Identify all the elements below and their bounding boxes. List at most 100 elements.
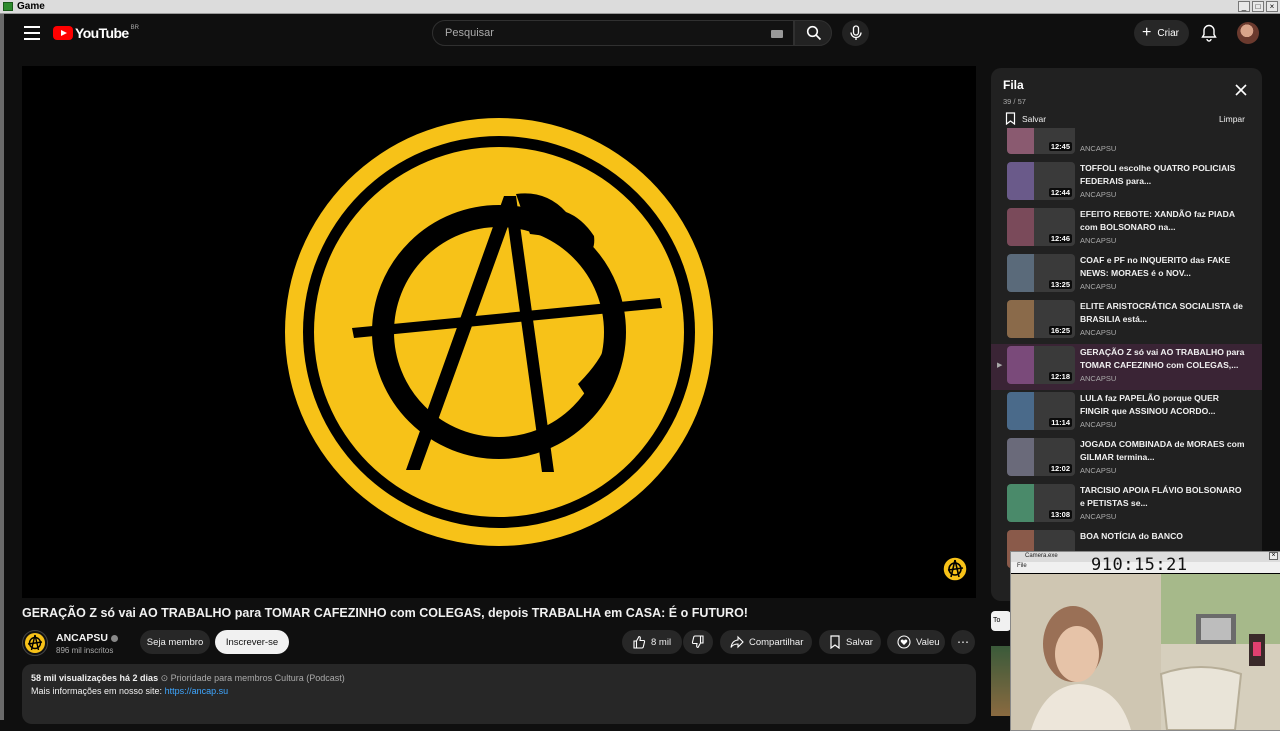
search-input[interactable]: Pesquisar — [432, 20, 794, 46]
queue-item[interactable]: 12:44 TOFFOLI escolhe QUATRO POLICIAIS FE… — [991, 160, 1262, 206]
queue-item-title: EFEITO REBOTE: XANDÃO faz PIADA com BOLS… — [1080, 209, 1235, 232]
side-thumbnail[interactable] — [991, 646, 1011, 716]
queue-item-channel: ANCAPSU — [1080, 328, 1117, 337]
voice-search-button[interactable] — [842, 20, 869, 46]
queue-thumbnail[interactable]: 12:02 — [1007, 438, 1075, 476]
share-label: Compartilhar — [749, 636, 804, 648]
camera-window: Camera.exe × File 910:15:21 — [1010, 551, 1280, 731]
verified-icon — [110, 634, 118, 642]
queue-item-channel: ANCAPSU — [1080, 282, 1117, 291]
dislike-button[interactable] — [683, 630, 713, 654]
duration-badge: 16:25 — [1048, 326, 1072, 335]
site-link[interactable]: https://ancap.su — [165, 686, 229, 696]
search-button[interactable] — [794, 20, 832, 46]
queue-item[interactable]: 13:08 TARCISIO APOIA FLÁVIO BOLSONARO e P… — [991, 482, 1262, 528]
queue-thumbnail[interactable]: 13:25 — [1007, 254, 1075, 292]
queue-list: 12:45 CORRETORAS envolvidos com ... ANCAPS… — [991, 128, 1262, 601]
queue-thumbnail[interactable]: 11:14 — [1007, 392, 1075, 430]
queue-item[interactable]: 16:25 ELITE ARISTOCRÁTICA SOCIALISTA de B… — [991, 298, 1262, 344]
window-title: Game — [17, 1, 45, 12]
queue-thumbnail[interactable]: 12:44 — [1007, 162, 1075, 200]
queue-thumbnail[interactable]: 12:45 — [1007, 128, 1075, 154]
channel-avatar[interactable] — [22, 630, 48, 656]
queue-title: Fila — [1003, 78, 1024, 92]
duration-badge: 13:08 — [1048, 510, 1072, 519]
keyboard-icon[interactable] — [771, 30, 783, 38]
join-button[interactable]: Seja membro — [140, 630, 210, 654]
more-actions-button[interactable]: ⋯ — [951, 630, 975, 654]
maximize-button[interactable]: □ — [1252, 1, 1264, 12]
youtube-logo[interactable]: YouTube BR — [53, 24, 139, 42]
subscribe-button[interactable]: Inscrever-se — [215, 630, 289, 654]
create-button[interactable]: + Criar — [1134, 20, 1189, 46]
queue-thumbnail[interactable]: 12:46 — [1007, 208, 1075, 246]
queue-header: Fila 39 / 57 Salvar Limpar — [991, 68, 1262, 128]
queue-item-title: GERAÇÃO Z só vai AO TRABALHO para TOMAR … — [1080, 347, 1245, 370]
share-button[interactable]: Compartilhar — [720, 630, 812, 654]
queue-item[interactable]: 13:25 COAF e PF no INQUERITO das FAKE NEW… — [991, 252, 1262, 298]
create-label: Criar — [1157, 27, 1180, 39]
queue-item-channel: ANCAPSU — [1080, 144, 1117, 153]
queue-item[interactable]: 11:14 LULA faz PAPELÃO porque QUER FINGIR… — [991, 390, 1262, 436]
channel-watermark-icon[interactable] — [942, 556, 968, 582]
os-title-bar: Game _ □ × — [0, 0, 1280, 14]
video-player[interactable] — [22, 66, 976, 598]
queue-item-channel: ANCAPSU — [1080, 512, 1117, 521]
app-icon — [3, 2, 13, 11]
queue-position: 39 / 57 — [1003, 97, 1026, 106]
queue-thumbnail[interactable]: 16:25 — [1007, 300, 1075, 338]
duration-badge: 13:25 — [1048, 280, 1072, 289]
microphone-icon — [850, 25, 862, 40]
youtube-play-icon — [53, 26, 73, 40]
queue-panel: Fila 39 / 57 Salvar Limpar 12:45 CORRETOR… — [991, 68, 1262, 601]
queue-item[interactable]: 12:46 EFEITO REBOTE: XANDÃO faz PIADA com… — [991, 206, 1262, 252]
account-avatar[interactable] — [1237, 22, 1259, 44]
queue-item[interactable]: 12:02 JOGADA COMBINADA de MORAES com GILM… — [991, 436, 1262, 482]
duration-badge: 12:02 — [1048, 464, 1072, 473]
queue-thumbnail[interactable]: 13:08 — [1007, 484, 1075, 522]
queue-item-title: COAF e PF no INQUERITO das FAKE NEWS: MO… — [1080, 255, 1231, 278]
queue-item[interactable]: 12:45 CORRETORAS envolvidos com ... ANCAPS… — [991, 128, 1262, 160]
thanks-heart-icon — [897, 635, 911, 649]
search-icon — [806, 25, 822, 41]
save-button[interactable]: Salvar — [819, 630, 881, 654]
queue-item[interactable]: ▶ 12:18 GERAÇÃO Z só vai AO TRABALHO para … — [991, 344, 1262, 390]
queue-item-title: LULA faz PAPELÃO porque QUER FINGIR que … — [1080, 393, 1219, 416]
minimize-button[interactable]: _ — [1238, 1, 1250, 12]
camera-menu-file[interactable]: File — [1017, 563, 1027, 569]
country-code: BR — [130, 25, 139, 31]
duration-badge: 12:44 — [1048, 188, 1072, 197]
queue-save-label: Salvar — [1022, 113, 1047, 124]
queue-save-button[interactable]: Salvar — [1005, 112, 1046, 125]
window-close-button[interactable]: × — [1266, 1, 1278, 12]
channel-name-text: ANCAPSU — [56, 632, 108, 644]
site-prefix: Mais informações em nosso site: — [31, 686, 165, 696]
close-icon[interactable] — [1233, 82, 1249, 98]
menu-icon[interactable] — [24, 26, 40, 40]
channel-row: ANCAPSU 896 mil inscritos Seja membro In… — [22, 630, 982, 658]
thanks-label: Valeu — [916, 636, 940, 648]
notifications-bell-icon[interactable] — [1199, 23, 1219, 43]
camera-close-button[interactable]: × — [1269, 552, 1278, 560]
thanks-button[interactable]: Valeu — [887, 630, 945, 654]
side-chip[interactable]: To — [991, 611, 1011, 631]
queue-item-channel: ANCAPSU — [1080, 466, 1117, 475]
hashtag-icon: ⊙ — [160, 673, 171, 683]
queue-item-title: ELITE ARISTOCRÁTICA SOCIALISTA de BRASIL… — [1080, 301, 1243, 324]
video-title: GERAÇÃO Z só vai AO TRABALHO para TOMAR … — [22, 606, 748, 620]
thumbs-down-icon — [691, 635, 704, 649]
masthead: YouTube BR Pesquisar + Criar — [4, 14, 1280, 52]
queue-clear-button[interactable]: Limpar — [1219, 114, 1245, 124]
save-label: Salvar — [846, 636, 873, 648]
duration-badge: 12:46 — [1048, 234, 1072, 243]
queue-item-channel: ANCAPSU — [1080, 420, 1117, 429]
description-box[interactable]: 58 mil visualizações há 2 dias ⊙ Priorid… — [22, 664, 976, 724]
queue-item-title: TOFFOLI escolhe QUATRO POLICIAIS FEDERAI… — [1080, 163, 1236, 186]
queue-thumbnail[interactable]: 12:18 — [1007, 346, 1075, 384]
like-button[interactable]: 8 mil — [622, 630, 682, 654]
share-icon — [730, 635, 744, 649]
channel-name[interactable]: ANCAPSU — [56, 632, 118, 644]
webcam-feed — [1011, 574, 1280, 730]
duration-badge: 11:14 — [1049, 418, 1072, 427]
logo-wordmark: YouTube — [75, 25, 129, 41]
